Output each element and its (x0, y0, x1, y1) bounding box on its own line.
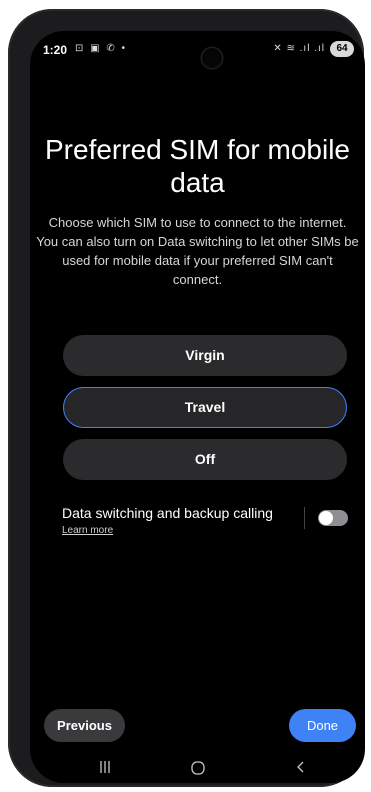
camera-cutout (202, 48, 222, 68)
signal-icons: ✕ ≋ .ıl .ıl (273, 43, 325, 54)
sim-option-off[interactable]: Off (63, 439, 347, 480)
sim-option-travel[interactable]: Travel (63, 387, 347, 428)
done-button[interactable]: Done (289, 709, 356, 742)
notification-icons: ⊡ ▣ ✆ • (75, 43, 128, 54)
data-switching-label: Data switching and backup calling (62, 505, 273, 521)
data-switching-toggle[interactable] (318, 510, 348, 526)
data-switching-row: Data switching and backup calling Learn … (62, 505, 348, 539)
page-description: Choose which SIM to use to connect to th… (36, 215, 359, 287)
home-icon[interactable] (178, 760, 218, 780)
page-title: Preferred SIM for mobile data (45, 134, 350, 198)
status-bar: 1:20 ⊡ ▣ ✆ • ✕ ≋ .ıl .ıl 64 (30, 31, 365, 69)
phone-frame: 1:20 ⊡ ▣ ✆ • ✕ ≋ .ıl .ıl 64 Preferred SI… (8, 9, 365, 787)
status-time: 1:20 (43, 43, 68, 57)
navigation-bar (30, 756, 365, 783)
divider (304, 507, 305, 529)
battery-icon: 64 (330, 41, 354, 57)
previous-button[interactable]: Previous (44, 709, 125, 742)
screen: 1:20 ⊡ ▣ ✆ • ✕ ≋ .ıl .ıl 64 Preferred SI… (30, 31, 365, 783)
learn-more-link[interactable]: Learn more (62, 525, 113, 536)
recents-icon[interactable] (85, 760, 125, 780)
back-icon[interactable] (281, 760, 321, 780)
toggle-knob (319, 511, 333, 525)
sim-option-virgin[interactable]: Virgin (63, 335, 347, 376)
